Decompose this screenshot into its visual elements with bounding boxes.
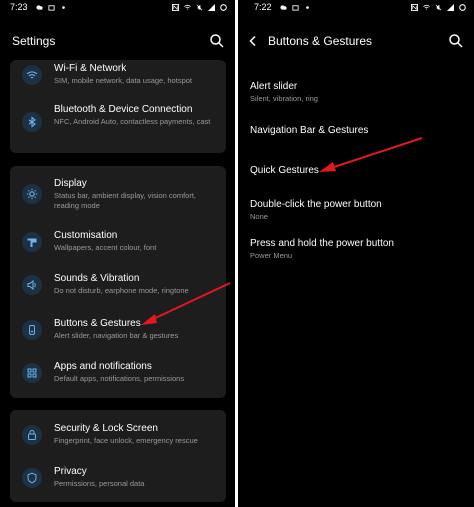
speaker-icon: [22, 275, 42, 295]
setting-navigation-bar-gestures[interactable]: Navigation Bar & Gestures: [250, 125, 464, 137]
cloud-icon: [35, 4, 43, 10]
gesture-icon: [22, 320, 42, 340]
wifi-status-icon: [423, 4, 430, 10]
setting-title: Quick Gestures: [250, 165, 319, 176]
settings-item-subtitle: Wallpapers, accent colour, font: [54, 243, 157, 252]
mobile-signal-icon: [447, 3, 454, 11]
settings-card-device: Display Status bar, ambient display, vis…: [10, 166, 226, 398]
settings-item-title: Buttons & Gestures: [54, 318, 141, 329]
settings-item-wifi-network[interactable]: Wi-Fi & Network SIM, mobile network, dat…: [10, 63, 226, 103]
settings-item-title: Privacy: [54, 466, 87, 477]
settings-item-title: Apps and notifications: [54, 361, 152, 372]
cloud-icon: [279, 4, 287, 10]
status-bar: 7:23: [0, 0, 235, 14]
search-icon[interactable]: [209, 33, 225, 49]
dot-icon: [61, 5, 65, 9]
page-title: Buttons & Gestures: [268, 34, 373, 48]
mobile-signal-icon: [208, 3, 215, 11]
setting-title: Press and hold the power button: [250, 238, 394, 249]
settings-item-title: Wi-Fi & Network: [54, 63, 127, 74]
bluetooth-icon: [22, 112, 42, 132]
settings-item-subtitle: Default apps, notifications, permissions: [54, 374, 185, 383]
settings-item-privacy[interactable]: Privacy Permissions, personal data: [10, 463, 226, 501]
setting-title: Alert slider: [250, 81, 298, 92]
settings-item-title: Security & Lock Screen: [54, 423, 158, 434]
settings-item-subtitle: Permissions, personal data: [54, 479, 145, 488]
status-time: 7:23: [10, 2, 28, 12]
settings-item-subtitle: Fingerprint, face unlock, emergency resc…: [54, 436, 198, 445]
settings-screen: 7:23 Settings Wi-Fi & Network SIM, mobil…: [0, 0, 235, 507]
apps-grid-icon: [22, 363, 42, 383]
settings-item-bluetooth[interactable]: Bluetooth & Device Connection NFC, Andro…: [10, 104, 226, 150]
settings-item-subtitle: NFC, Android Auto, contactless payments,…: [54, 117, 211, 126]
setting-press-hold-power[interactable]: Press and hold the power button Power Me…: [250, 238, 464, 261]
app-bar: Buttons & Gestures: [238, 28, 474, 54]
settings-item-title: Sounds & Vibration: [54, 273, 140, 284]
setting-title: Double-click the power button: [250, 199, 382, 210]
setting-subtitle: Power Menu: [250, 251, 293, 260]
settings-card-security: Security & Lock Screen Fingerprint, face…: [10, 410, 226, 502]
settings-item-title: Bluetooth & Device Connection: [54, 104, 193, 115]
settings-item-apps-notifications[interactable]: Apps and notifications Default apps, not…: [10, 357, 226, 395]
signal-icon: [47, 4, 55, 11]
mute-icon: [196, 4, 203, 10]
setting-quick-gestures[interactable]: Quick Gestures: [250, 165, 464, 177]
status-time: 7:22: [254, 2, 272, 12]
back-arrow-icon[interactable]: [248, 34, 260, 48]
mute-icon: [435, 4, 442, 10]
app-bar: Settings: [0, 28, 235, 54]
settings-item-customisation[interactable]: Customisation Wallpapers, accent colour,…: [10, 228, 226, 266]
settings-item-buttons-gestures[interactable]: Buttons & Gestures Alert slider, navigat…: [10, 314, 226, 352]
settings-item-title: Display: [54, 178, 87, 189]
nfc-icon: [411, 3, 418, 11]
settings-item-display[interactable]: Display Status bar, ambient display, vis…: [10, 177, 226, 219]
setting-title: Navigation Bar & Gestures: [250, 125, 369, 136]
palette-icon: [22, 232, 42, 252]
search-icon[interactable]: [448, 33, 464, 49]
settings-item-subtitle: Status bar, ambient display, vision comf…: [54, 191, 197, 210]
settings-item-subtitle: SIM, mobile network, data usage, hotspot: [54, 76, 192, 85]
settings-card-connectivity: Wi-Fi & Network SIM, mobile network, dat…: [10, 60, 226, 153]
settings-item-security-lock[interactable]: Security & Lock Screen Fingerprint, face…: [10, 420, 226, 458]
brightness-icon: [22, 184, 42, 204]
settings-item-title: Customisation: [54, 230, 118, 241]
setting-subtitle: Silent, vibration, ring: [250, 94, 318, 103]
dot-icon: [305, 5, 309, 9]
wifi-status-icon: [184, 4, 191, 10]
settings-item-sounds-vibration[interactable]: Sounds & Vibration Do not disturb, earph…: [10, 271, 226, 309]
signal-icon: [291, 4, 299, 11]
shield-icon: [22, 468, 42, 488]
battery-icon: [459, 3, 466, 11]
nfc-icon: [172, 3, 179, 11]
page-title: Settings: [12, 34, 56, 48]
settings-item-subtitle: Alert slider, navigation bar & gestures: [54, 331, 179, 340]
setting-alert-slider[interactable]: Alert slider Silent, vibration, ring: [250, 81, 464, 104]
buttons-gestures-screen: 7:22 Buttons & Gestures Alert slider Sil…: [238, 0, 474, 507]
wifi-icon: [22, 65, 42, 85]
setting-subtitle: None: [250, 212, 268, 221]
lock-icon: [22, 425, 42, 445]
status-bar: 7:22: [238, 0, 474, 14]
settings-item-subtitle: Do not disturb, earphone mode, ringtone: [54, 286, 189, 295]
setting-double-click-power[interactable]: Double-click the power button None: [250, 199, 464, 222]
battery-icon: [220, 3, 227, 11]
